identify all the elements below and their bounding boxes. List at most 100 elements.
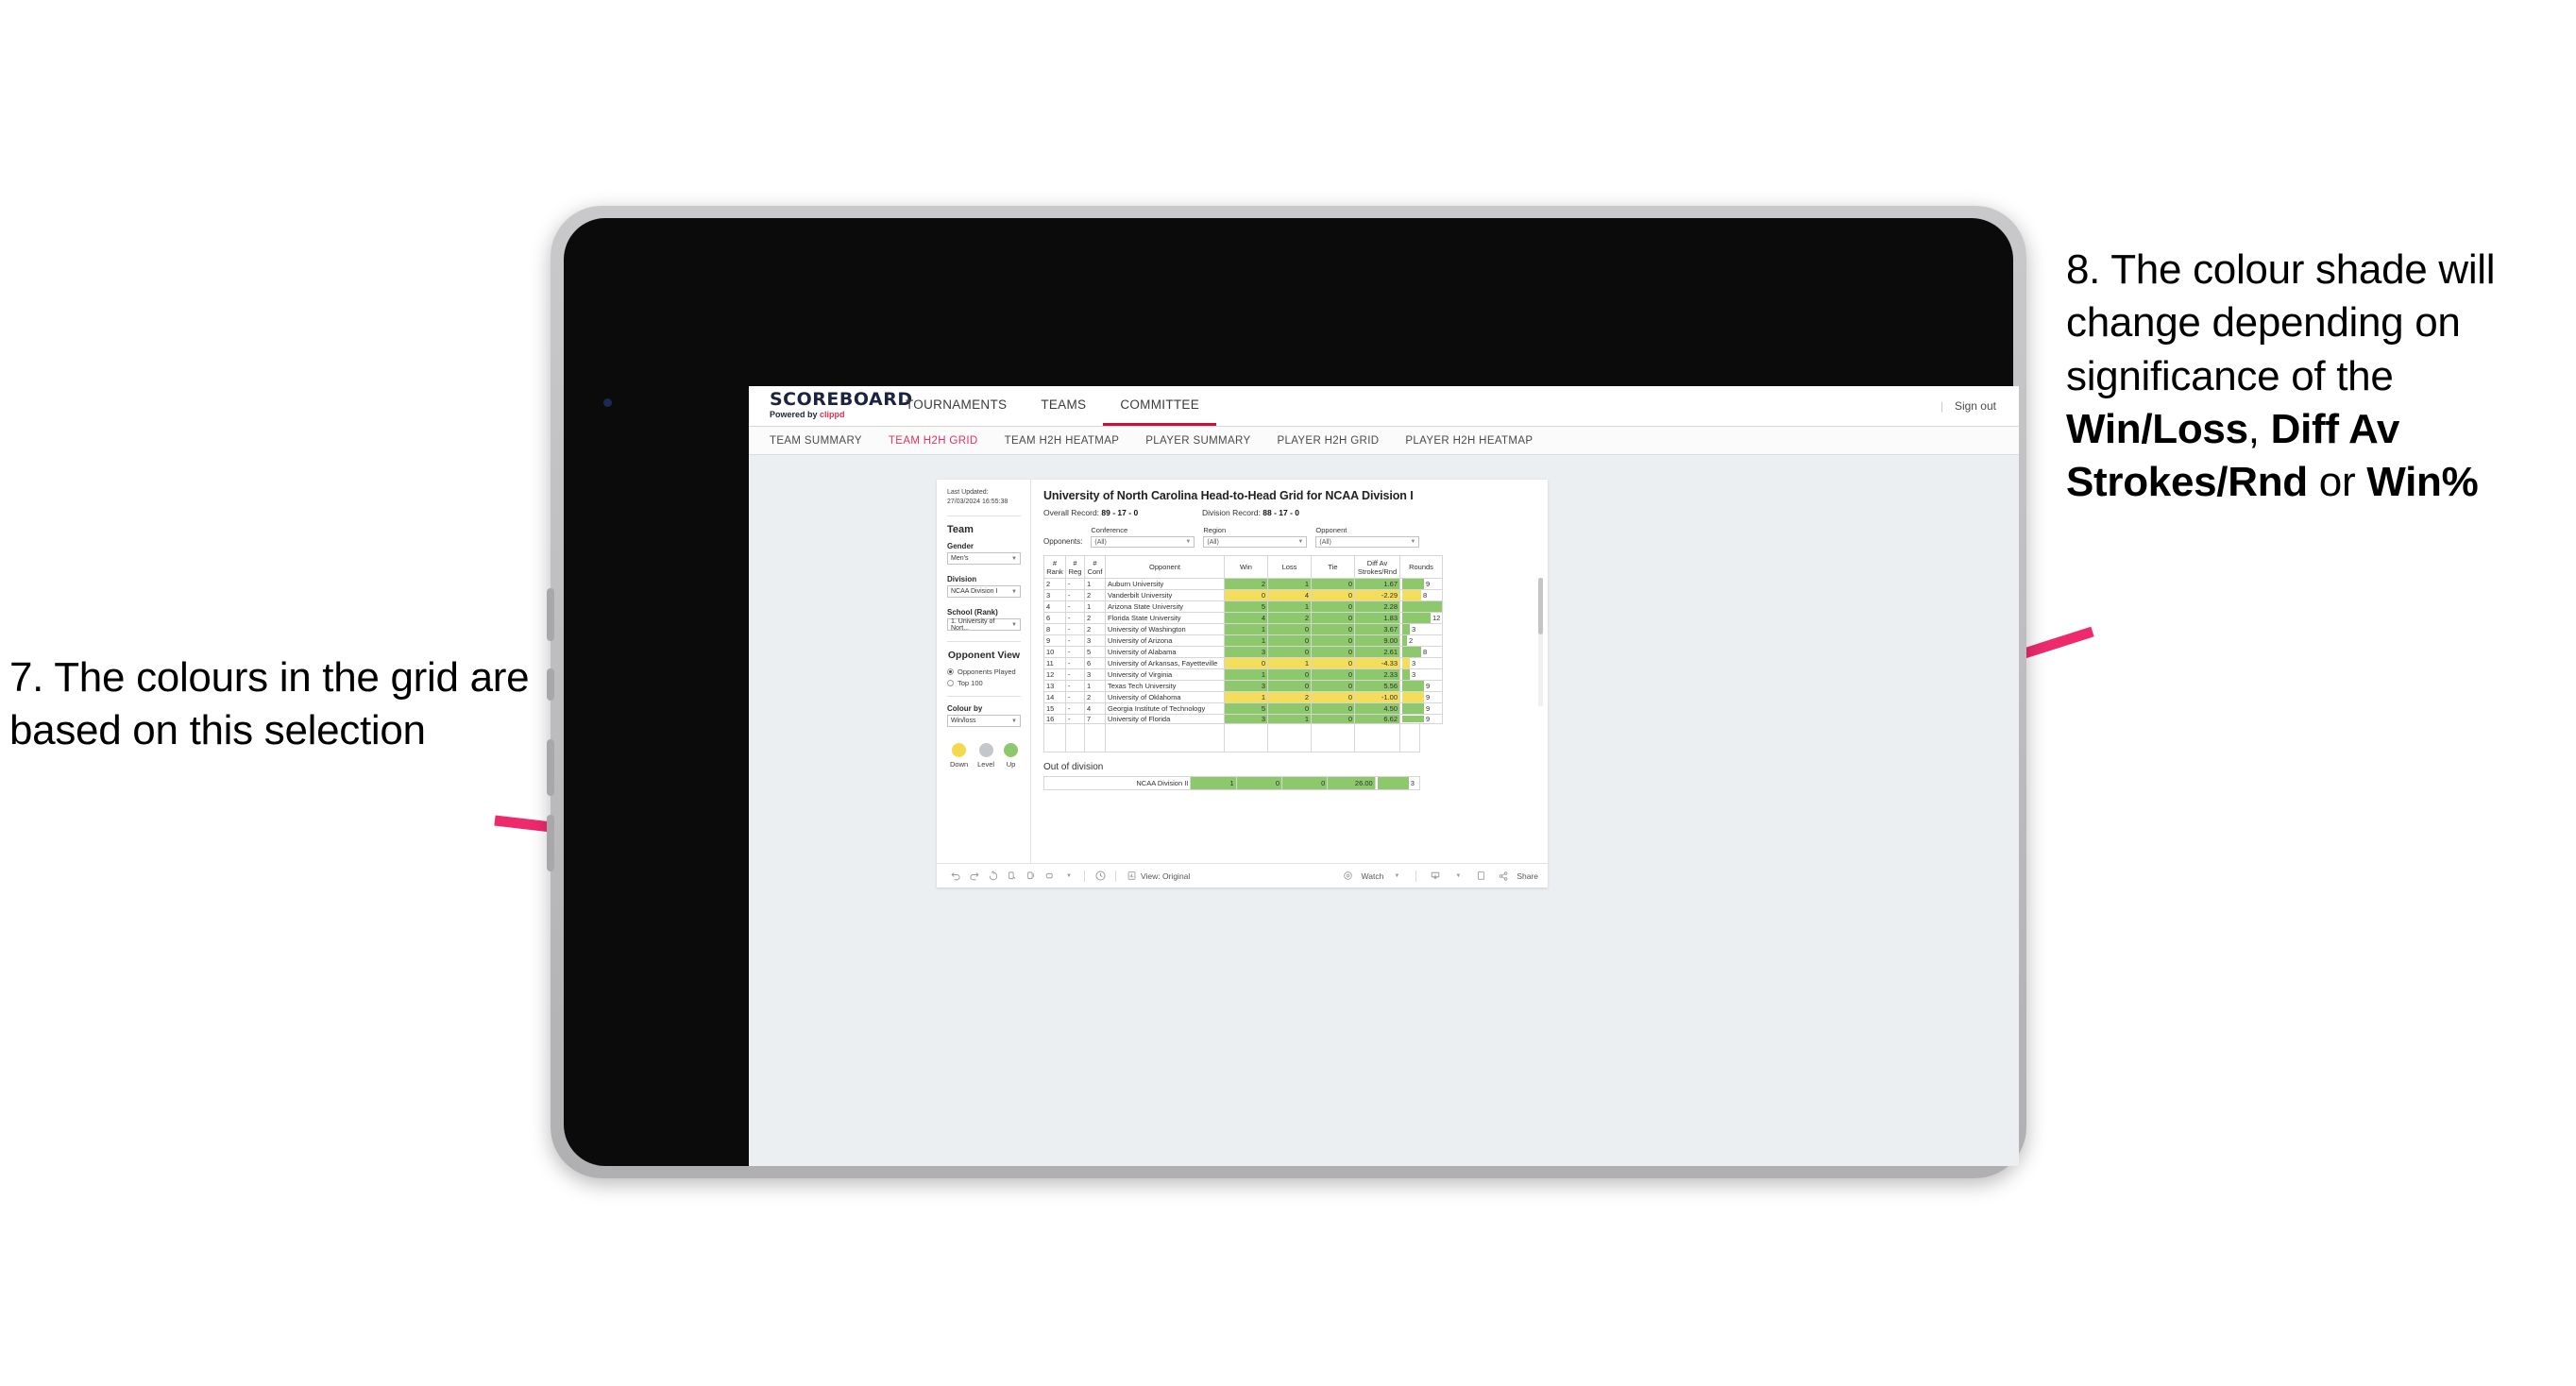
col-win[interactable]: Win [1224, 555, 1268, 579]
table-row[interactable]: 13-1 Texas Tech University 3 0 0 5.56 9 [1043, 680, 1443, 692]
table-row[interactable]: 9-3 University of Arizona 1 0 0 9.00 2 [1043, 634, 1443, 647]
division-label: Division [947, 575, 977, 583]
grid-scrollbar[interactable] [1538, 578, 1543, 706]
table-row[interactable]: 16-7 University of Florida 3 1 0 6.62 9 [1043, 714, 1443, 724]
cell-loss: 1 [1267, 578, 1312, 590]
filter-conference-select[interactable]: (All) ▼ [1091, 536, 1195, 548]
cell-rank: 10 [1043, 646, 1066, 658]
col-rank[interactable]: # Rank [1043, 555, 1066, 579]
col-reg[interactable]: # Reg [1065, 555, 1085, 579]
cell-rank: 14 [1043, 691, 1066, 703]
cell-diff: 1.67 [1354, 578, 1400, 590]
filter-opponent-select[interactable]: (All) ▼ [1315, 536, 1420, 548]
device-button-second[interactable] [547, 668, 554, 701]
watch-icon[interactable] [1339, 867, 1358, 886]
undo-icon[interactable] [946, 867, 965, 886]
sidebar-divider-2 [947, 641, 1021, 642]
cell-rounds: 2 [1399, 634, 1443, 647]
cell-win: 5 [1224, 702, 1268, 715]
share-icon[interactable] [1494, 867, 1513, 886]
chevron-down-icon: ▼ [1011, 718, 1017, 724]
col-opponent[interactable]: Opponent [1105, 555, 1225, 579]
view-original-label[interactable]: View: Original [1141, 871, 1190, 881]
cell-rank: 2 [1043, 578, 1066, 590]
division-select[interactable]: NCAA Division I ▼ [947, 585, 1021, 598]
tablet-screen: SCOREBOARD Powered by clippd TOURNAMENTS… [564, 218, 2019, 1166]
device-button-fourth[interactable] [547, 815, 554, 871]
signout-link[interactable]: Sign out [1955, 399, 1996, 413]
out-of-division-win: 1 [1190, 776, 1237, 790]
table-row[interactable]: 12-3 University of Virginia 1 0 0 2.33 3 [1043, 668, 1443, 681]
subnav-item-team-summary[interactable]: TEAM SUMMARY [770, 435, 862, 447]
filter-conference-value: (All) [1094, 538, 1107, 546]
cell-win: 1 [1224, 634, 1268, 647]
table-row[interactable]: 14-2 University of Oklahoma 1 2 0 -1.00 9 [1043, 691, 1443, 703]
fullscreen-icon[interactable] [1471, 867, 1490, 886]
chevron-down-icon[interactable]: ▼ [1387, 867, 1406, 886]
chevron-down-icon[interactable]: ▼ [1059, 867, 1078, 886]
refresh-icon[interactable] [1003, 867, 1022, 886]
out-of-division-loss: 0 [1235, 776, 1283, 790]
cell-diff: -2.29 [1354, 589, 1400, 601]
app-logo[interactable]: SCOREBOARD Powered by clippd [749, 386, 912, 426]
share-label[interactable]: Share [1517, 871, 1538, 881]
table-row[interactable]: 6-2 Florida State University 4 2 0 1.83 12 [1043, 612, 1443, 624]
table-row[interactable]: 11-6 University of Arkansas, Fayetteville… [1043, 657, 1443, 669]
topnav-item-teams[interactable]: TEAMS [1024, 386, 1103, 426]
grid-empty-space [1043, 724, 1420, 752]
grid-scrollbar-thumb[interactable] [1538, 578, 1543, 634]
download-icon[interactable] [1426, 867, 1445, 886]
view-original-icon[interactable] [1122, 867, 1141, 886]
cell-loss: 1 [1267, 657, 1312, 669]
redo-icon[interactable] [965, 867, 984, 886]
cell-rounds: 8 [1399, 589, 1443, 601]
chevron-down-icon[interactable]: ▼ [1449, 867, 1467, 886]
subnav-item-player-h2h-grid[interactable]: PLAYER H2H GRID [1277, 435, 1379, 447]
subnav-item-team-h2h-heatmap[interactable]: TEAM H2H HEATMAP [1005, 435, 1120, 447]
table-row: NCAA Division II 1 0 0 26.00 3 [1042, 776, 1421, 790]
device-button-third[interactable] [547, 739, 554, 796]
table-row[interactable]: 2-1 Auburn University 2 1 0 1.67 9 [1043, 578, 1443, 590]
toolbar-right-group: Watch ▼ ▼ Share [1339, 867, 1538, 886]
division-value: NCAA Division I [951, 588, 998, 595]
revert-icon[interactable] [984, 867, 1003, 886]
radio-top-100[interactable]: Top 100 [947, 679, 1021, 687]
subnav-item-team-h2h-grid[interactable]: TEAM H2H GRID [889, 435, 978, 447]
col-loss[interactable]: Loss [1267, 555, 1312, 579]
pause-icon[interactable] [1022, 867, 1041, 886]
cell-diff: 9.00 [1354, 634, 1400, 647]
device-button-top[interactable] [547, 588, 554, 641]
school-value: 1. University of Nort... [951, 617, 995, 632]
table-row[interactable]: 3-2 Vanderbilt University 0 4 0 -2.29 8 [1043, 589, 1443, 601]
col-tie[interactable]: Tie [1311, 555, 1355, 579]
school-select[interactable]: 1. University of Nort... ▼ [947, 617, 1021, 632]
subnav-item-player-summary[interactable]: PLAYER SUMMARY [1145, 435, 1250, 447]
col-diff-av-strokes[interactable]: Diff Av Strokes/Rnd [1354, 555, 1400, 579]
annotation-8-mid2: or [2307, 459, 2367, 506]
col-rounds[interactable]: Rounds [1399, 555, 1443, 579]
topnav-item-committee[interactable]: COMMITTEE [1103, 386, 1217, 426]
filter-region-select[interactable]: (All) ▼ [1203, 536, 1308, 548]
col-conf[interactable]: # Conf [1084, 555, 1106, 579]
cell-reg: - [1065, 612, 1085, 624]
table-row[interactable]: 15-4 Georgia Institute of Technology 5 0 0 4.… [1043, 702, 1443, 715]
legend-caption-down: Down [950, 760, 969, 769]
cell-reg: - [1065, 702, 1085, 715]
cell-tie: 0 [1311, 691, 1355, 703]
chevron-down-icon: ▼ [1011, 621, 1017, 628]
watch-label[interactable]: Watch [1362, 871, 1384, 881]
table-row[interactable]: 4-1Arizona State University5102.2817 [1043, 600, 1443, 613]
colour-by-select[interactable]: Win/loss ▼ [947, 715, 1021, 727]
table-row[interactable]: 8-2 University of Washington 1 0 0 3.67 3 [1043, 623, 1443, 635]
out-of-division-name: NCAA Division II [1042, 776, 1192, 790]
custom-view-icon[interactable] [1041, 867, 1059, 886]
subnav-item-player-h2h-heatmap[interactable]: PLAYER H2H HEATMAP [1405, 435, 1533, 447]
radio-opponents-played[interactable]: Opponents Played [947, 668, 1021, 676]
table-row[interactable]: 10-5 University of Alabama 3 0 0 2.61 8 [1043, 646, 1443, 658]
chevron-down-icon: ▼ [1297, 539, 1304, 545]
gender-select[interactable]: Men's ▼ [947, 552, 1021, 565]
clock-icon[interactable] [1091, 867, 1110, 886]
filter-conference: Conference (All) ▼ [1091, 526, 1195, 548]
topnav-item-tournaments[interactable]: TOURNAMENTS [889, 386, 1024, 426]
division-record-value: 88 - 17 - 0 [1263, 508, 1299, 517]
